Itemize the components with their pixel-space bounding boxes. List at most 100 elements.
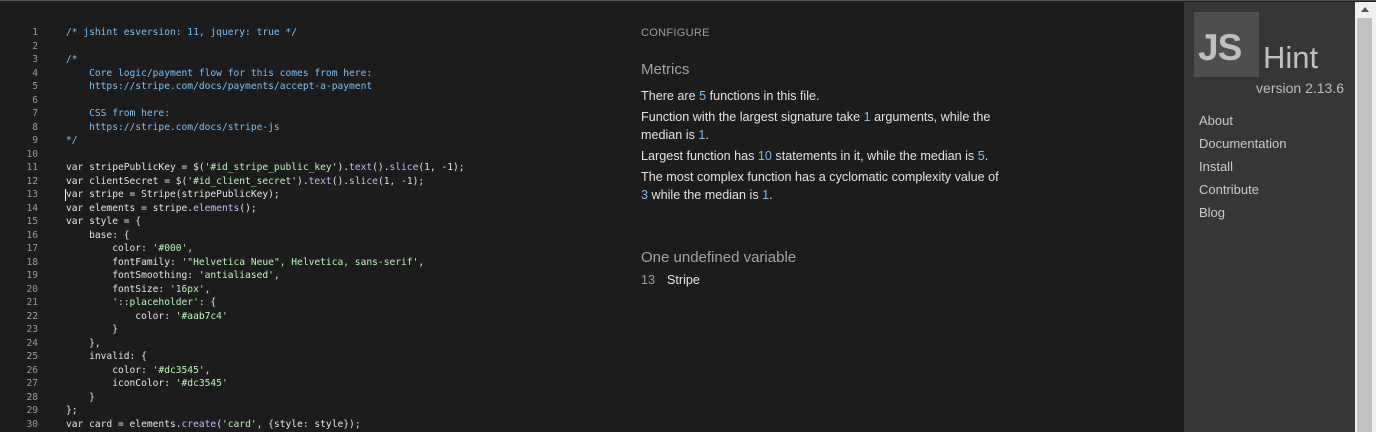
nav-install[interactable]: Install (1199, 159, 1233, 174)
code-token: var card = elements. (66, 418, 182, 430)
line-code: https://stripe.com/docs/payments/accept-… (66, 80, 372, 94)
line-number: 26 (26, 364, 38, 376)
line-number: 13 (26, 189, 38, 200)
code-token: var clientSecret = $( (66, 175, 188, 187)
code-token: '#aab7c4' (175, 310, 228, 322)
nav-contribute[interactable]: Contribute (1199, 182, 1259, 197)
code-token: text (308, 175, 332, 187)
line-number: 20 (26, 283, 38, 295)
code-token: text (349, 162, 373, 173)
code-token: iconColor: (66, 378, 176, 389)
code-token: var stripePublicKey = $( (66, 162, 205, 173)
line-number: 30 (26, 418, 38, 430)
line-code: /* (66, 53, 78, 67)
configure-link[interactable]: CONFIGURE (641, 27, 710, 39)
code-token: (1, -1); (418, 162, 465, 173)
line-code: fontSmoothing: 'antialiased', (66, 269, 280, 283)
line-number: 9 (32, 135, 38, 146)
code-token: } (66, 324, 118, 335)
jshint-window: 1 /* jshint esversion: 11, jquery: true *… (0, 0, 1376, 432)
logo-js-text: JS (1198, 27, 1242, 68)
line-code: fontFamily: '"Helvetica Neue", Helvetica… (66, 256, 424, 270)
line-number: 15 (26, 216, 38, 227)
line-number: 18 (26, 256, 38, 268)
code-token: , (187, 243, 194, 254)
line-number: 7 (32, 108, 38, 119)
line-code: invalid: { (66, 350, 147, 364)
code-token: create (181, 418, 217, 430)
code-token: '#id_stripe_public_key' (204, 162, 338, 173)
line-number: 8 (32, 121, 38, 133)
nav-documentation[interactable]: Documentation (1199, 136, 1286, 151)
code-token: , (204, 283, 211, 295)
line-number: 21 (26, 297, 38, 308)
line-code: var elements = stripe.elements(); (66, 202, 257, 216)
code-token: '::placeholder' (112, 297, 199, 308)
text-cursor (65, 189, 66, 201)
line-number: 4 (32, 67, 38, 79)
code-token: var style = { (66, 216, 142, 227)
code-token: , (273, 270, 280, 281)
line-code: } (66, 323, 118, 337)
line-code: https://stripe.com/docs/stripe-js (66, 121, 280, 135)
line-number: 27 (26, 378, 38, 389)
code-token: : { (198, 297, 217, 308)
undefined-variable-line[interactable]: 13 (641, 273, 655, 287)
line-number: 11 (26, 162, 38, 173)
line-number: 3 (32, 54, 38, 65)
code-token: base: { (66, 229, 130, 241)
code-token: slice (349, 175, 378, 187)
code-token: fontSmoothing: (66, 270, 199, 281)
line-code: */ (66, 134, 78, 148)
code-editor[interactable]: 1 /* jshint esversion: 11, jquery: true *… (0, 2, 620, 432)
line-number: 22 (26, 310, 38, 322)
code-token: elements (193, 202, 240, 214)
line-code: CSS from here: (66, 107, 170, 121)
undefined-variable-name[interactable]: Stripe (667, 273, 700, 287)
line-number: 28 (26, 391, 38, 403)
line-number: 12 (26, 175, 38, 187)
line-number: 23 (26, 324, 38, 335)
nav-about[interactable]: About (1199, 113, 1233, 128)
code-token: '#000' (152, 243, 188, 254)
nav-blog[interactable]: Blog (1199, 205, 1225, 220)
code-token: CSS from here: (66, 108, 170, 119)
code-token: (). (372, 162, 390, 173)
code-token: https://stripe.com/docs/stripe-js (66, 121, 280, 133)
code-token: color: (66, 364, 153, 376)
code-token: , (418, 256, 425, 268)
code-token: (1, -1); (377, 175, 425, 187)
line-number: 6 (32, 94, 38, 106)
line-code: var clientSecret = $('#id_client_secret'… (66, 175, 424, 189)
code-token: 'card' (221, 418, 257, 430)
line-code: color: '#dc3545', (66, 364, 210, 378)
code-token: } (66, 391, 95, 403)
line-number: 1 (32, 27, 38, 38)
code-token: '"Helvetica Neue", Helvetica, sans-serif… (181, 256, 419, 268)
code-token: , {style: style}); (256, 418, 361, 430)
line-number: 17 (26, 243, 38, 254)
line-number: 10 (26, 148, 38, 160)
line-code: color: '#000', (66, 242, 193, 256)
code-token: /* jshint esversion: 11, jquery: true */ (66, 27, 298, 38)
metric-signature: Function with the largest signature take… (641, 110, 991, 142)
code-token: 'antialiased' (198, 270, 274, 281)
code-token: color: (66, 310, 176, 322)
line-number: 19 (26, 270, 38, 281)
line-code: }; (66, 404, 78, 418)
code-token: fontSize: (66, 283, 170, 295)
logo-hint-text: Hint (1263, 40, 1319, 75)
line-code: base: { (66, 229, 130, 243)
metric-statements: Largest function has 10 statements in it… (641, 149, 989, 163)
code-token: color: (66, 243, 153, 254)
code-token: ). (337, 162, 350, 173)
scrollbar-thumb[interactable] (1357, 18, 1372, 432)
code-token: /* (66, 54, 78, 65)
sidebar: JS Hint version 2.13.6 About Documentati… (1184, 2, 1355, 432)
code-token: var elements = stripe. (66, 202, 194, 214)
scroll-up-arrow-icon[interactable] (1361, 7, 1369, 12)
page-scrollbar[interactable] (1355, 2, 1376, 432)
line-number: 25 (26, 351, 38, 362)
sidebar-nav: About Documentation Install Contribute B… (1199, 112, 1286, 227)
